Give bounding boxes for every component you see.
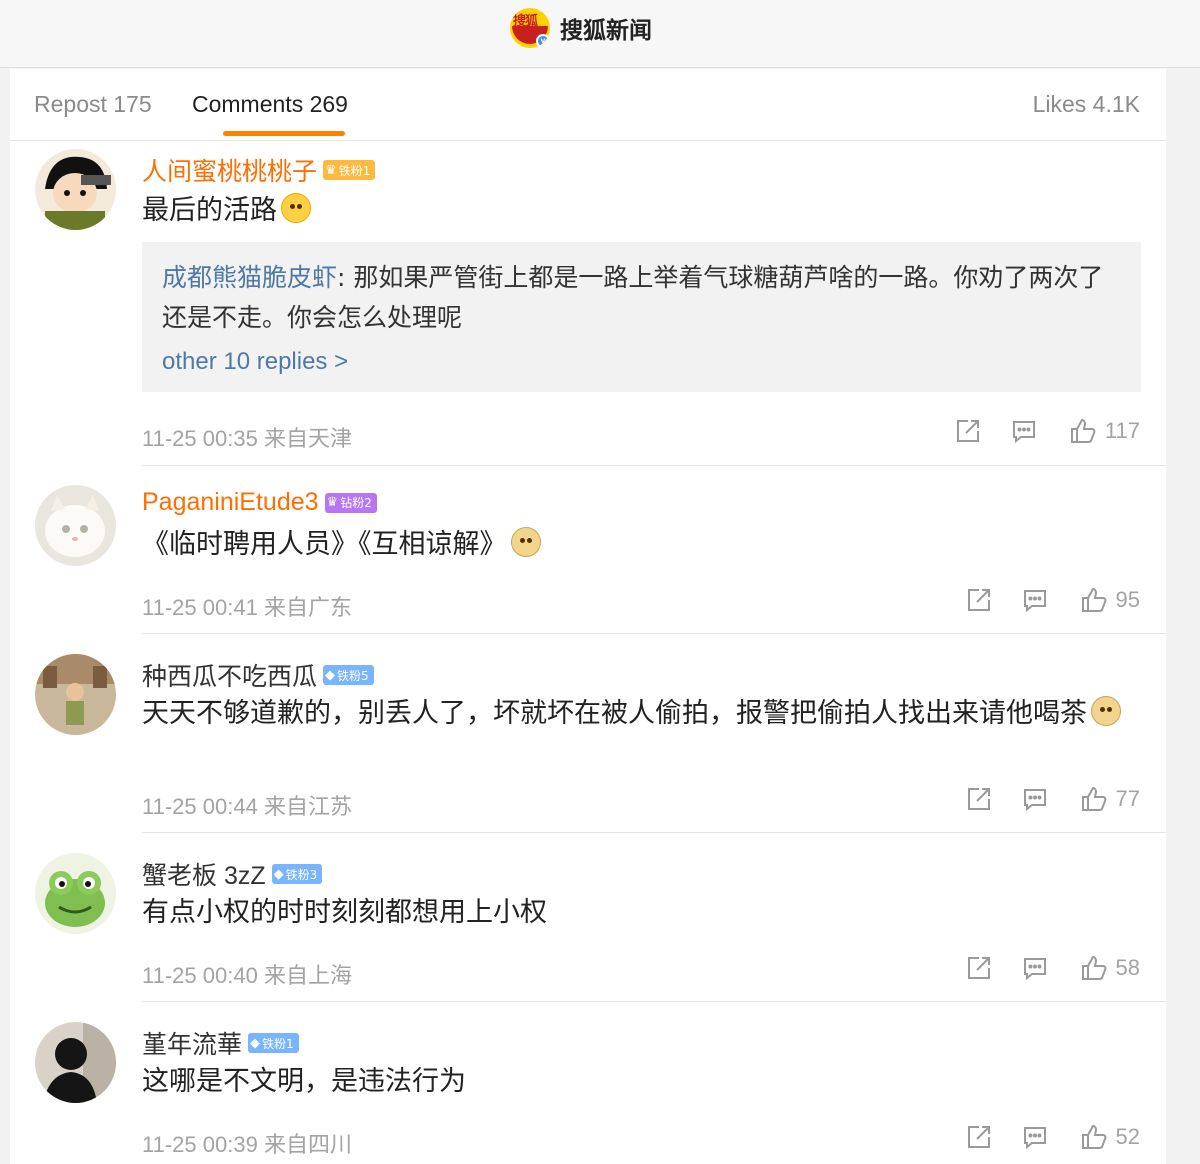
like-count: 117	[1104, 418, 1140, 443]
timestamp: 11-25 00:40	[142, 963, 258, 988]
comment-actions: 77	[966, 785, 1140, 813]
like-count: 95	[1115, 587, 1140, 612]
comment-actions: 58	[966, 954, 1140, 982]
like-icon[interactable]	[1080, 1123, 1108, 1151]
kiss-emoji-icon	[281, 193, 311, 223]
username[interactable]: 种西瓜不吃西瓜	[142, 657, 317, 693]
like-icon[interactable]	[1080, 954, 1108, 982]
comment-actions: 95	[966, 586, 1140, 614]
location: 来自上海	[263, 963, 352, 988]
location: 来自四川	[263, 1132, 352, 1157]
comment-meta: 11-25 00:41 来自广东	[142, 590, 352, 622]
avatar[interactable]	[35, 853, 116, 934]
crown-icon: ♛	[326, 495, 339, 510]
account-header[interactable]: 搜狐 v 搜狐新闻	[510, 8, 652, 48]
crown-icon: ♛	[325, 162, 337, 178]
username[interactable]: 蟹老板 3zZ	[142, 856, 266, 892]
comment-meta: 11-25 00:44 来自江苏	[142, 789, 352, 821]
like-count: 77	[1115, 786, 1140, 811]
tab-comments[interactable]: Comments 269	[192, 91, 348, 118]
tab-likes[interactable]: Likes 4.1K	[1033, 91, 1140, 118]
fan-badge: ♛ 钻粉2	[324, 492, 377, 513]
active-tab-indicator	[223, 131, 345, 136]
location: 来自广东	[263, 595, 352, 620]
tab-repost[interactable]: Repost 175	[34, 91, 152, 118]
comment-actions: 52	[966, 1123, 1140, 1151]
doge-emoji-icon	[510, 527, 541, 557]
like-icon[interactable]	[1069, 417, 1097, 445]
reply-preview[interactable]: 成都熊猫脆皮虾: 那如果严管街上都是一路上举着气球糖葫芦啥的一路。你劝了两次了还…	[142, 242, 1141, 392]
doge-emoji-icon	[1091, 696, 1121, 726]
diamond-icon: ◆	[250, 1035, 261, 1051]
fan-badge: ◆ 铁粉3	[271, 864, 323, 884]
diamond-icon: ◆	[273, 866, 284, 882]
share-icon[interactable]	[966, 955, 992, 981]
verified-icon: v	[536, 34, 550, 48]
like-icon[interactable]	[1080, 785, 1108, 813]
comment-icon[interactable]	[1022, 587, 1048, 613]
account-name[interactable]: 搜狐新闻	[560, 11, 652, 45]
reply-username[interactable]: 成都熊猫脆皮虾	[162, 263, 337, 292]
location: 来自天津	[263, 426, 352, 451]
avatar[interactable]	[35, 1022, 116, 1103]
timestamp: 11-25 00:41	[142, 595, 258, 620]
share-icon[interactable]	[966, 587, 992, 613]
like-icon[interactable]	[1080, 586, 1108, 614]
sohu-logo: 搜狐 v	[510, 8, 550, 48]
comment-text: 天天不够道歉的，别丢人了，坏就坏在被人偷拍，报警把偷拍人找出来请他喝茶	[142, 694, 1142, 734]
share-icon[interactable]	[966, 786, 992, 812]
more-replies-link[interactable]: other 10 replies >	[162, 348, 1121, 376]
timestamp: 11-25 00:35	[142, 426, 258, 451]
comment-meta: 11-25 00:39 来自四川	[142, 1127, 352, 1159]
comment-icon[interactable]	[1022, 955, 1048, 981]
divider	[142, 465, 1166, 466]
tab-bar: Repost 175 Comments 269 Likes 4.1K	[10, 69, 1166, 141]
username[interactable]: PaganiniEtude3	[142, 488, 319, 517]
username[interactable]: 人间蜜桃桃桃子	[142, 152, 317, 188]
timestamp: 11-25 00:44	[142, 794, 258, 819]
like-count: 52	[1115, 1124, 1140, 1149]
avatar[interactable]	[35, 485, 116, 566]
comment-meta: 11-25 00:40 来自上海	[142, 958, 352, 990]
divider	[142, 633, 1166, 634]
share-icon[interactable]	[955, 418, 981, 444]
fan-badge: ♛ 铁粉1	[323, 160, 376, 180]
comment-text: 这哪是不文明，是违法行为	[142, 1066, 466, 1097]
comment-text: 有点小权的时时刻刻都想用上小权	[142, 897, 547, 928]
comment-text: 《临时聘用人员》《互相谅解》	[142, 525, 1142, 565]
like-count: 58	[1115, 955, 1140, 980]
comment-icon[interactable]	[1022, 786, 1048, 812]
comment-icon[interactable]	[1022, 1124, 1048, 1150]
fan-badge: ◆ 铁粉5	[323, 665, 374, 685]
fan-badge: ◆ 铁粉1	[248, 1033, 299, 1053]
comment-text: 最后的活路	[142, 191, 1142, 231]
divider	[142, 832, 1166, 833]
comment-meta: 11-25 00:35 来自天津	[142, 421, 352, 453]
timestamp: 11-25 00:39	[142, 1132, 258, 1157]
location: 来自江苏	[263, 794, 352, 819]
top-bar: 搜狐 v 搜狐新闻	[0, 0, 1200, 68]
avatar[interactable]	[35, 654, 116, 735]
share-icon[interactable]	[966, 1124, 992, 1150]
comment-icon[interactable]	[1011, 418, 1037, 444]
comment-actions: 117	[955, 417, 1140, 445]
avatar[interactable]	[35, 149, 116, 230]
comments-panel: Repost 175 Comments 269 Likes 4.1K 人间蜜桃桃…	[10, 69, 1166, 1164]
username[interactable]: 堇年流華	[142, 1025, 242, 1061]
divider	[142, 1001, 1166, 1002]
diamond-icon: ◆	[325, 667, 336, 683]
